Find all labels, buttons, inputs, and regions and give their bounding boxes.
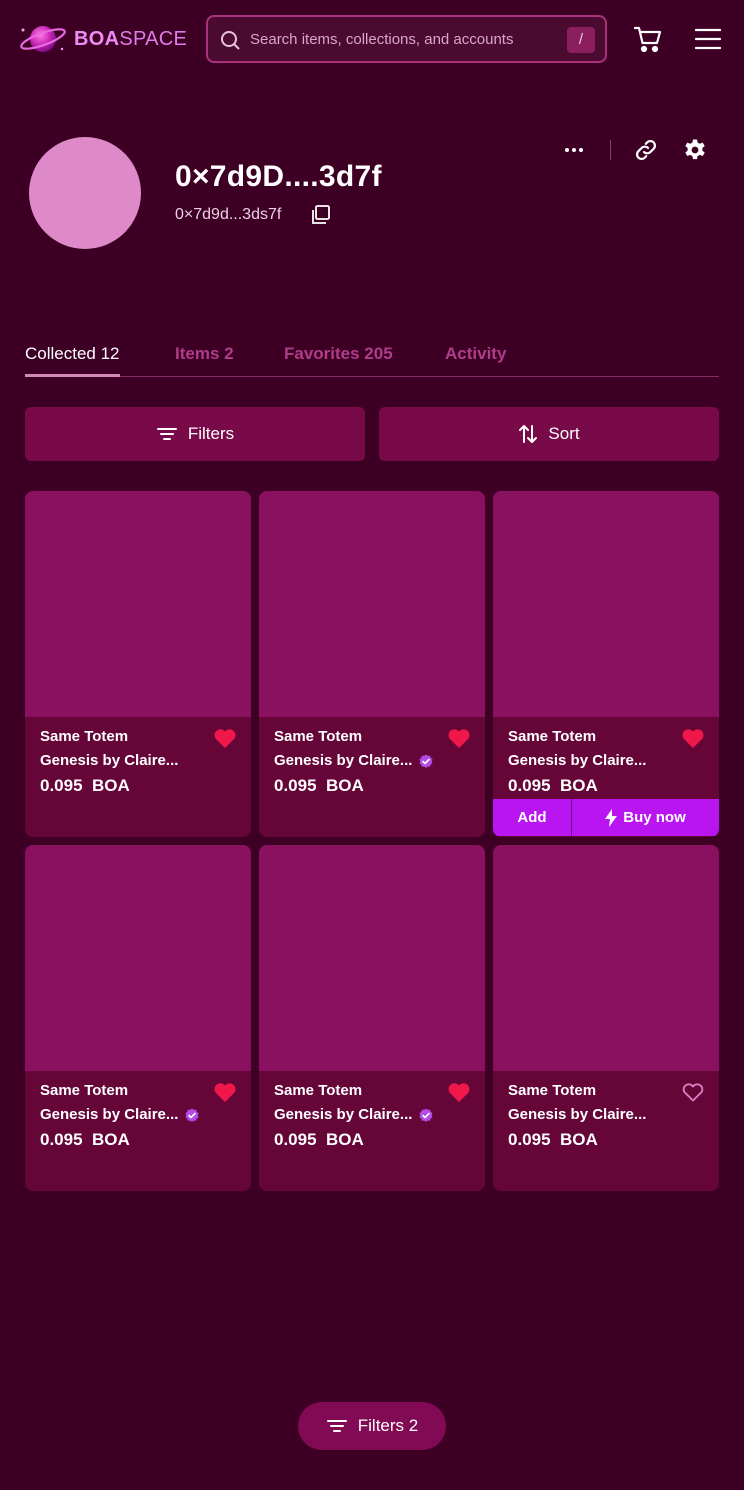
nft-card[interactable]: Same Totem Genesis by Claire... 0.095 BO…	[493, 491, 719, 837]
filters-button[interactable]: Filters	[25, 407, 365, 461]
avatar	[29, 137, 141, 249]
card-collection: Genesis by Claire...	[40, 1106, 200, 1123]
nft-card[interactable]: Same Totem Genesis by Claire... 0.095 BO…	[259, 491, 485, 837]
gear-icon[interactable]	[683, 138, 707, 162]
filter-icon	[326, 1420, 347, 1432]
price-currency: BOA	[326, 776, 364, 795]
card-collection-name: Genesis by Claire...	[40, 1106, 179, 1123]
cart-icon[interactable]	[632, 23, 664, 55]
floating-filters-button[interactable]: Filters 2	[298, 1402, 446, 1450]
lightning-icon	[605, 808, 618, 827]
verified-badge-icon	[419, 1108, 433, 1122]
price-value: 0.095	[508, 1130, 551, 1149]
hamburger-menu-icon[interactable]	[694, 27, 722, 51]
boaspace-logo[interactable]: BOASPACE	[18, 22, 187, 56]
price-currency: BOA	[560, 1130, 598, 1149]
more-options-icon[interactable]	[562, 138, 586, 162]
heart-filled-icon[interactable]	[447, 1081, 471, 1103]
buy-now-button[interactable]: Buy now	[572, 799, 719, 836]
heart-filled-icon[interactable]	[447, 727, 471, 749]
sort-button[interactable]: Sort	[379, 407, 719, 461]
card-title: Same Totem	[274, 728, 363, 745]
nft-image[interactable]	[493, 491, 719, 717]
heart-filled-icon[interactable]	[681, 727, 705, 749]
search-icon	[221, 31, 240, 50]
profile-name: 0×7d9D....3d7f	[175, 160, 382, 193]
verified-badge-icon	[419, 754, 433, 768]
card-price: 0.095 BOA	[274, 1130, 364, 1150]
card-collection-name: Genesis by Claire...	[508, 1106, 647, 1123]
price-value: 0.095	[40, 776, 83, 795]
card-title: Same Totem	[40, 728, 129, 745]
profile-tabs: Collected 12 Items 2 Favorites 205 Activ…	[25, 344, 719, 377]
nft-image[interactable]	[493, 845, 719, 1071]
price-value: 0.095	[40, 1130, 83, 1149]
heart-filled-icon[interactable]	[213, 1081, 237, 1103]
tab-activity[interactable]: Activity	[445, 344, 506, 364]
sort-label: Sort	[548, 424, 580, 443]
price-currency: BOA	[326, 1130, 364, 1149]
filter-icon	[156, 428, 177, 440]
nft-image[interactable]	[25, 845, 251, 1071]
card-price: 0.095 BOA	[508, 1130, 598, 1150]
card-title: Same Totem	[508, 728, 597, 745]
heart-filled-icon[interactable]	[213, 727, 237, 749]
filters-label: Filters	[187, 424, 235, 443]
card-collection-name: Genesis by Claire...	[274, 752, 413, 769]
tab-collected[interactable]: Collected 12	[25, 344, 120, 377]
card-title: Same Totem	[508, 1082, 597, 1099]
nft-image[interactable]	[25, 491, 251, 717]
card-price: 0.095 BOA	[40, 1130, 130, 1150]
tab-items[interactable]: Items 2	[175, 344, 234, 364]
price-value: 0.095	[274, 776, 317, 795]
card-actions: Add Buy now	[493, 799, 719, 836]
card-collection: Genesis by Claire...	[274, 1106, 434, 1123]
tab-favorites[interactable]: Favorites 205	[284, 344, 393, 364]
card-collection-name: Genesis by Claire...	[40, 752, 179, 769]
price-value: 0.095	[274, 1130, 317, 1149]
card-price: 0.095 BOA	[40, 776, 130, 796]
price-value: 0.095	[508, 776, 551, 795]
price-currency: BOA	[560, 776, 598, 795]
search-bar[interactable]: /	[206, 15, 607, 63]
link-icon[interactable]	[634, 138, 658, 162]
search-shortcut-badge: /	[567, 27, 595, 53]
card-collection: Genesis by Claire...	[40, 752, 178, 769]
sort-arrows-icon	[519, 425, 538, 443]
profile-address: 0×7d9d...3ds7f	[175, 206, 282, 223]
card-title: Same Totem	[274, 1082, 363, 1099]
search-input[interactable]	[250, 27, 550, 51]
nft-card[interactable]: Same Totem Genesis by Claire... 0.095 BO…	[493, 845, 719, 1191]
top-header: BOASPACE /	[0, 0, 744, 80]
card-collection: Genesis by Claire...	[274, 752, 434, 769]
price-currency: BOA	[92, 1130, 130, 1149]
floating-filters-label: Filters 2	[357, 1416, 419, 1435]
nft-card[interactable]: Same Totem Genesis by Claire... 0.095 BO…	[259, 845, 485, 1191]
verified-badge-icon	[185, 1108, 199, 1122]
nft-image[interactable]	[259, 491, 485, 717]
buy-now-label: Buy now	[623, 809, 686, 826]
heart-outline-icon[interactable]	[681, 1081, 705, 1103]
card-title: Same Totem	[40, 1082, 129, 1099]
card-collection: Genesis by Claire...	[508, 1106, 646, 1123]
card-collection: Genesis by Claire...	[508, 752, 646, 769]
card-price: 0.095 BOA	[274, 776, 364, 796]
nft-card[interactable]: Same Totem Genesis by Claire... 0.095 BO…	[25, 491, 251, 837]
card-price: 0.095 BOA	[508, 776, 598, 796]
nft-image[interactable]	[259, 845, 485, 1071]
divider	[610, 140, 611, 160]
price-currency: BOA	[92, 776, 130, 795]
add-to-cart-button[interactable]: Add	[493, 799, 572, 836]
copy-icon[interactable]	[310, 204, 332, 226]
logo-text: BOASPACE	[74, 27, 188, 50]
planet-logo-icon	[20, 26, 66, 52]
card-collection-name: Genesis by Claire...	[508, 752, 647, 769]
card-collection-name: Genesis by Claire...	[274, 1106, 413, 1123]
nft-card[interactable]: Same Totem Genesis by Claire... 0.095 BO…	[25, 845, 251, 1191]
